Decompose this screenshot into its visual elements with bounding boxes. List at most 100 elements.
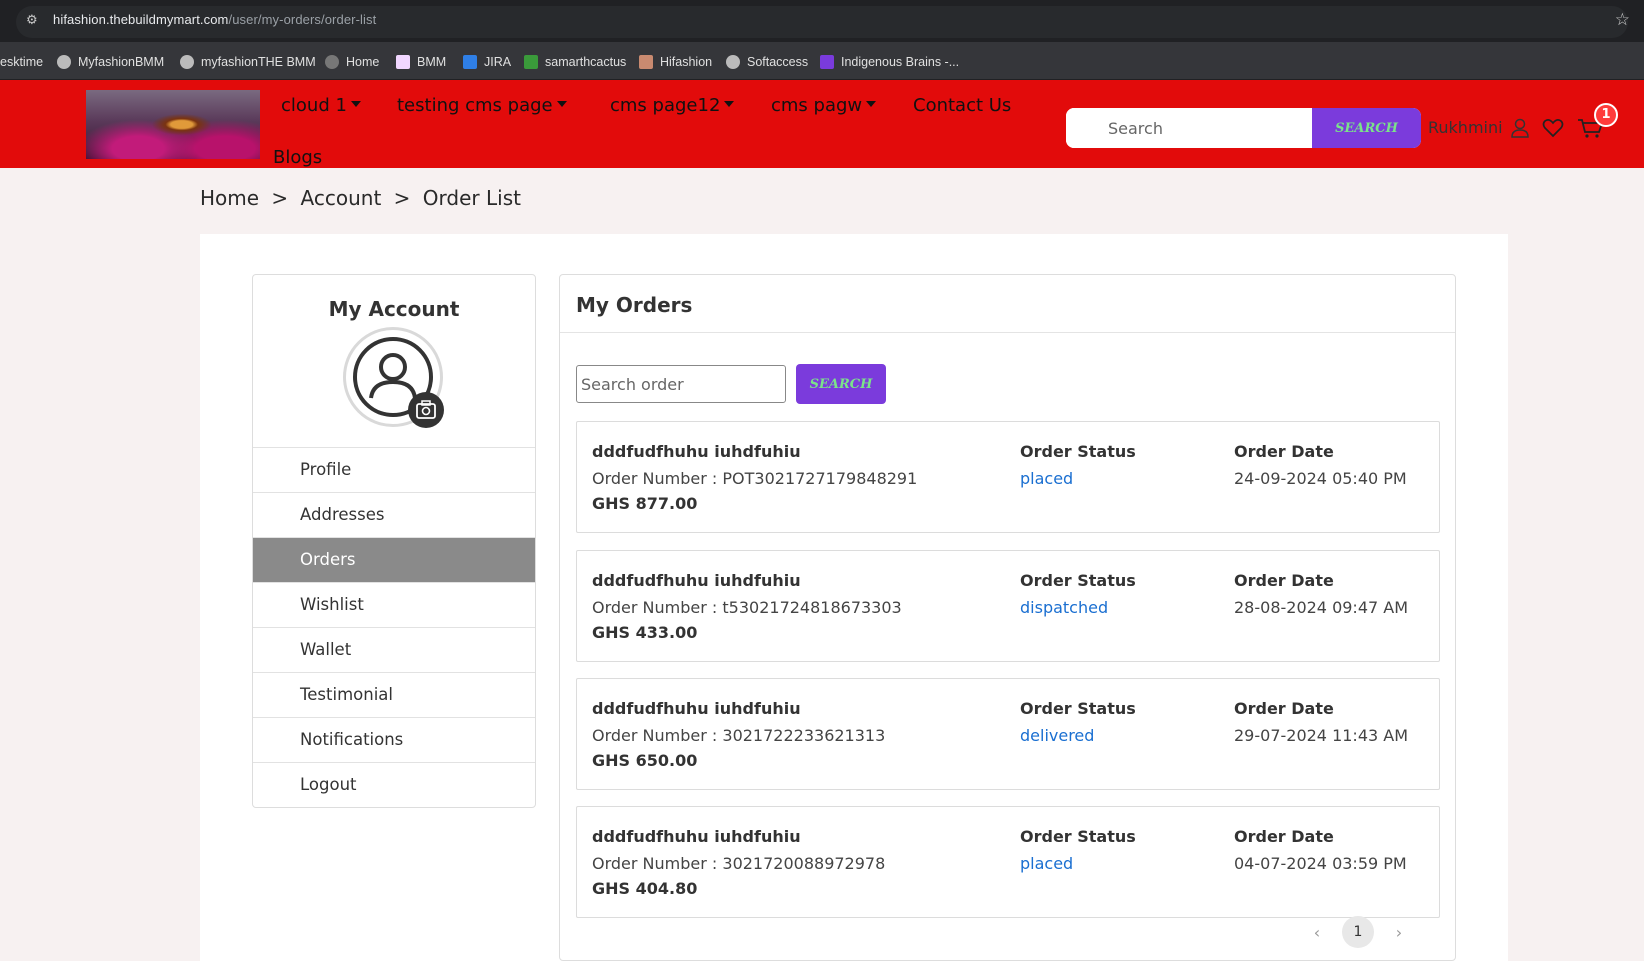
bookmark-item[interactable]: MyfashionBMM xyxy=(57,52,164,72)
order-status-label: Order Status xyxy=(1020,827,1136,846)
order-status-link[interactable]: delivered xyxy=(1020,726,1094,745)
order-status-label: Order Status xyxy=(1020,699,1136,718)
prev-page-icon[interactable]: ‹ xyxy=(1300,923,1334,942)
order-status-link[interactable]: dispatched xyxy=(1020,598,1108,617)
orders-title: My Orders xyxy=(576,293,693,317)
bookmark-item[interactable]: JIRA xyxy=(463,52,511,72)
fashion-icon xyxy=(639,55,653,69)
order-customer-name: dddfudfhuhu iuhdfuhiu xyxy=(592,827,801,846)
nav-label: Contact Us xyxy=(913,95,1012,116)
bookmark-label: JIRA xyxy=(484,55,512,69)
order-status-link[interactable]: placed xyxy=(1020,854,1073,873)
bookmark-item[interactable]: Indigenous Brains -... xyxy=(820,52,959,72)
site-search: SEARCH xyxy=(1066,108,1421,148)
order-number: Order Number : t53021724818673303 xyxy=(592,598,902,617)
nav-contact-us[interactable]: Contact Us xyxy=(913,95,1011,116)
globe-icon xyxy=(57,55,71,69)
site-logo[interactable] xyxy=(86,90,260,159)
order-date-label: Order Date xyxy=(1234,571,1334,590)
bookmark-label: BMM xyxy=(417,55,447,69)
breadcrumb: Home > Account > Order List xyxy=(200,186,527,210)
nav-label: testing cms page xyxy=(397,95,553,116)
cart-count-badge: 1 xyxy=(1594,103,1618,127)
bookmark-label: esktime xyxy=(0,55,44,69)
breadcrumb-account[interactable]: Account xyxy=(301,186,382,210)
bookmarks-bar: esktime MyfashionBMM myfashionTHE BMM Ho… xyxy=(0,42,1644,80)
nav-cms-pagw[interactable]: cms pagw xyxy=(771,95,877,116)
brain-icon xyxy=(820,55,834,69)
site-search-button[interactable]: SEARCH xyxy=(1312,108,1421,148)
breadcrumb-separator: > xyxy=(271,186,289,210)
pagination: ‹ 1 › xyxy=(1300,916,1416,948)
menu-item-testimonial[interactable]: Testimonial xyxy=(253,672,535,717)
order-status-link[interactable]: placed xyxy=(1020,469,1073,488)
order-number: Order Number : 3021722233621313 xyxy=(592,726,886,745)
bookmark-item[interactable]: esktime xyxy=(0,52,43,72)
order-total: GHS 877.00 xyxy=(592,494,698,513)
heart-icon[interactable] xyxy=(1542,117,1564,139)
bookmark-label: Home xyxy=(346,55,380,69)
nav-cloud-1[interactable]: cloud 1 xyxy=(281,95,361,116)
bookmark-item[interactable]: samarthcactus xyxy=(524,52,626,72)
bookmark-item[interactable]: myfashionTHE BMM xyxy=(180,52,316,72)
order-total: GHS 650.00 xyxy=(592,751,698,770)
account-sidebar: My Account Profile Addresses Orders Wish… xyxy=(252,274,536,808)
bookmark-item[interactable]: BMM xyxy=(396,52,446,72)
menu-item-wallet[interactable]: Wallet xyxy=(253,627,535,672)
order-row[interactable]: dddfudfhuhu iuhdfuhiu Order Number : 302… xyxy=(576,678,1440,790)
menu-item-orders[interactable]: Orders xyxy=(253,537,535,582)
order-status-label: Order Status xyxy=(1020,442,1136,461)
nav-label: cloud 1 xyxy=(281,95,347,116)
next-page-icon[interactable]: › xyxy=(1382,923,1416,942)
url-text[interactable]: hifashion.thebuildmymart.com/user/my-ord… xyxy=(53,12,376,27)
nav-blogs[interactable]: Blogs xyxy=(273,147,322,168)
bookmark-item[interactable]: Hifashion xyxy=(639,52,712,72)
nav-label: Blogs xyxy=(273,147,323,168)
page-number[interactable]: 1 xyxy=(1342,916,1374,948)
chevron-down-icon xyxy=(350,101,361,107)
site-search-input[interactable] xyxy=(1066,108,1312,148)
order-row[interactable]: dddfudfhuhu iuhdfuhiu Order Number : t53… xyxy=(576,550,1440,662)
bookmark-star-icon[interactable]: ☆ xyxy=(1615,10,1630,30)
nav-testing-cms-page[interactable]: testing cms page xyxy=(397,95,567,116)
bookmark-label: MyfashionBMM xyxy=(78,55,165,69)
bmm-icon xyxy=(396,55,410,69)
order-date: 04-07-2024 03:59 PM xyxy=(1234,854,1407,873)
globe-icon xyxy=(325,55,339,69)
order-date: 24-09-2024 05:40 PM xyxy=(1234,469,1407,488)
order-total: GHS 404.80 xyxy=(592,879,698,898)
user-icon[interactable] xyxy=(1509,117,1531,139)
globe-icon xyxy=(180,55,194,69)
menu-item-logout[interactable]: Logout xyxy=(253,762,535,807)
order-row[interactable]: dddfudfhuhu iuhdfuhiu Order Number : POT… xyxy=(576,421,1440,533)
bookmark-label: Softaccess xyxy=(747,55,809,69)
menu-item-wishlist[interactable]: Wishlist xyxy=(253,582,535,627)
bookmark-item[interactable]: Softaccess xyxy=(726,52,808,72)
order-customer-name: dddfudfhuhu iuhdfuhiu xyxy=(592,699,801,718)
order-number: Order Number : POT3021727179848291 xyxy=(592,469,918,488)
order-date-label: Order Date xyxy=(1234,699,1334,718)
globe-icon xyxy=(726,55,740,69)
bookmark-label: Indigenous Brains -... xyxy=(841,55,960,69)
order-row[interactable]: dddfudfhuhu iuhdfuhiu Order Number : 302… xyxy=(576,806,1440,918)
menu-item-notifications[interactable]: Notifications xyxy=(253,717,535,762)
order-status-label: Order Status xyxy=(1020,571,1136,590)
username[interactable]: Rukhmini xyxy=(1428,118,1503,137)
divider xyxy=(560,332,1455,333)
site-info-icon[interactable]: ⚙ xyxy=(26,11,44,31)
menu-item-profile[interactable]: Profile xyxy=(253,447,535,492)
order-date-label: Order Date xyxy=(1234,442,1334,461)
order-customer-name: dddfudfhuhu iuhdfuhiu xyxy=(592,571,801,590)
bookmark-item[interactable]: Home xyxy=(325,52,379,72)
order-search-input[interactable] xyxy=(576,365,786,403)
chevron-down-icon xyxy=(866,101,877,107)
breadcrumb-home[interactable]: Home xyxy=(200,186,259,210)
order-search-button[interactable]: SEARCH xyxy=(796,364,886,404)
camera-icon[interactable] xyxy=(408,392,444,428)
breadcrumb-separator: > xyxy=(393,186,411,210)
url-host: hifashion.thebuildmymart.com xyxy=(53,12,229,27)
order-date: 29-07-2024 11:43 AM xyxy=(1234,726,1409,745)
nav-cms-page12[interactable]: cms page12 xyxy=(610,95,735,116)
menu-item-addresses[interactable]: Addresses xyxy=(253,492,535,537)
chevron-down-icon xyxy=(724,101,735,107)
